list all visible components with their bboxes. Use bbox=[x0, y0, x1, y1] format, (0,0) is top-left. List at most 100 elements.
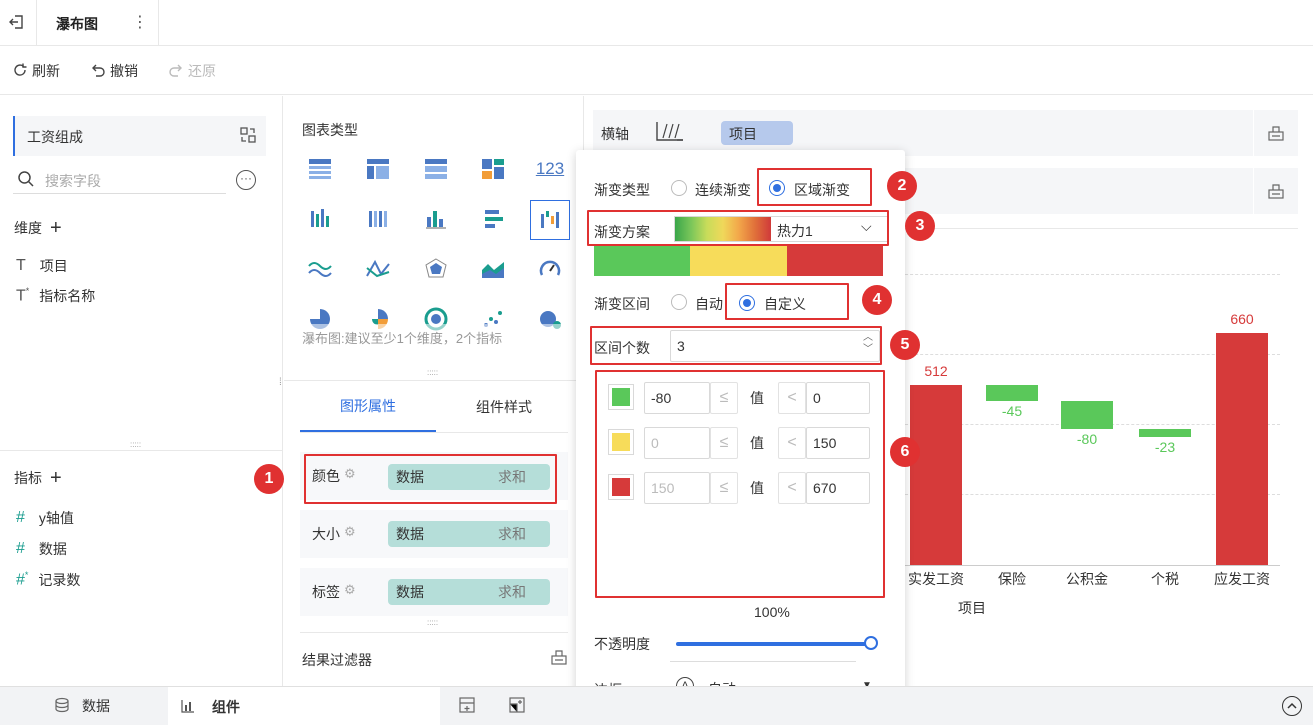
collapse-up-icon[interactable] bbox=[1282, 696, 1302, 716]
toolbar: 刷新 撤销 还原 bbox=[0, 47, 1313, 95]
field-label: 数据 bbox=[38, 541, 67, 557]
more-icon[interactable]: ⋮ bbox=[132, 12, 148, 32]
undo-button[interactable]: 撤销 bbox=[90, 61, 138, 81]
radar-line-icon[interactable] bbox=[363, 254, 393, 284]
line-chart-icon[interactable] bbox=[305, 254, 335, 284]
bar-value-label: -80 bbox=[1076, 430, 1098, 447]
property-label: 大小 bbox=[312, 526, 340, 542]
bar-value-label: 660 bbox=[1230, 311, 1254, 327]
axis-type-icon[interactable] bbox=[655, 120, 685, 147]
field-panel: 工资组成 搜索字段 ··· 维度 + T 项目 T* 指标名称 ::::: 指标… bbox=[0, 96, 283, 686]
tab-component-style[interactable]: 组件样式 bbox=[436, 382, 572, 432]
top-bar: 瀑布图 ⋮ bbox=[0, 0, 1313, 46]
panel-resize-handle[interactable]: ⁞ bbox=[279, 378, 282, 388]
refresh-label: 刷新 bbox=[32, 63, 60, 79]
data-tab-label: 数据 bbox=[82, 698, 110, 714]
color-segment bbox=[594, 246, 691, 276]
x-axis-field-pill[interactable]: 项目 bbox=[721, 121, 793, 145]
bar-chart-icon[interactable] bbox=[421, 204, 451, 234]
opacity-slider-track[interactable] bbox=[676, 642, 872, 646]
metric-header: 指标 + bbox=[14, 468, 62, 488]
dimension-field[interactable]: T 项目 bbox=[16, 256, 68, 276]
chart-bar[interactable] bbox=[1139, 428, 1191, 438]
annotation-box-5 bbox=[590, 326, 882, 365]
tab-graphic-properties[interactable]: 图形属性 bbox=[300, 382, 436, 432]
undo-label: 撤销 bbox=[110, 63, 138, 79]
component-tab[interactable]: 组件 bbox=[168, 687, 440, 725]
undo-icon bbox=[90, 62, 106, 81]
text-field-icon: T bbox=[16, 257, 26, 274]
search-input[interactable]: 搜索字段 bbox=[45, 171, 101, 191]
database-icon bbox=[54, 697, 70, 716]
add-dashboard-icon[interactable] bbox=[508, 696, 526, 717]
x-tick-label: 保险 bbox=[998, 571, 1026, 587]
switch-dataset-icon[interactable] bbox=[239, 126, 257, 147]
redo-label: 还原 bbox=[188, 63, 216, 79]
refresh-button[interactable]: 刷新 bbox=[12, 61, 60, 81]
filter-icon[interactable] bbox=[550, 648, 568, 669]
x-axis-line bbox=[890, 565, 1280, 566]
axis-filter-icon[interactable] bbox=[1254, 168, 1298, 214]
resize-handle[interactable]: ::::: bbox=[130, 440, 150, 449]
annotation-badge: 6 bbox=[890, 437, 920, 467]
dimension-title: 维度 bbox=[14, 220, 42, 236]
interval-auto-radio[interactable] bbox=[671, 294, 687, 310]
result-filter-label: 结果过滤器 bbox=[302, 652, 372, 668]
waterfall-chart-icon[interactable] bbox=[530, 200, 570, 240]
redo-icon bbox=[168, 62, 184, 81]
crosstab-chart-icon[interactable] bbox=[363, 154, 393, 184]
axis-label: 横轴 bbox=[601, 126, 629, 142]
settings-gear-icon[interactable]: ⚙ bbox=[344, 582, 356, 598]
gauge-chart-icon[interactable] bbox=[535, 254, 565, 284]
x-tick-label: 实发工资 bbox=[908, 571, 964, 587]
dashboard-chart-icon[interactable] bbox=[478, 154, 508, 184]
search-box[interactable]: 搜索字段 bbox=[13, 164, 226, 194]
kpi-number-icon[interactable]: 123 bbox=[535, 154, 565, 184]
annotation-badge: 3 bbox=[905, 211, 935, 241]
resize-handle[interactable]: ::::: bbox=[427, 618, 438, 627]
pill-field: 数据 bbox=[396, 526, 424, 542]
add-metric-icon[interactable]: + bbox=[50, 468, 62, 488]
metric-field[interactable]: #* 记录数 bbox=[16, 570, 80, 590]
add-component-icon[interactable] bbox=[458, 696, 476, 717]
field-pill[interactable]: 数据 求和 bbox=[388, 521, 550, 547]
gradient-type-label: 渐变类型 bbox=[594, 182, 650, 198]
color-segment bbox=[690, 246, 787, 276]
color-segment bbox=[786, 246, 883, 276]
dimension-field[interactable]: T* 指标名称 bbox=[16, 286, 95, 306]
add-dimension-icon[interactable]: + bbox=[50, 218, 62, 238]
pill-agg: 求和 bbox=[498, 526, 526, 542]
stacked-bar-icon[interactable] bbox=[363, 204, 393, 234]
settings-gear-icon[interactable]: ⚙ bbox=[344, 524, 356, 540]
redo-button[interactable]: 还原 bbox=[168, 61, 216, 81]
x-tick-label: 应发工资 bbox=[1214, 571, 1270, 587]
opacity-slider-handle[interactable] bbox=[864, 636, 878, 650]
chart-bar[interactable] bbox=[1216, 333, 1268, 565]
chart-bar[interactable] bbox=[1061, 400, 1113, 429]
more-options-icon[interactable]: ··· bbox=[236, 170, 256, 190]
axis-filter-icon[interactable] bbox=[1254, 110, 1298, 156]
field-pill[interactable]: 数据 求和 bbox=[388, 579, 550, 605]
area-chart-icon[interactable] bbox=[478, 254, 508, 284]
chart-bar[interactable] bbox=[910, 385, 962, 565]
continuous-gradient-radio[interactable] bbox=[671, 180, 687, 196]
number-field-icon: # bbox=[16, 540, 25, 557]
field-label: y轴值 bbox=[38, 510, 74, 526]
metric-field[interactable]: # y轴值 bbox=[16, 508, 74, 528]
exit-icon[interactable] bbox=[6, 11, 28, 33]
chart-bar[interactable] bbox=[986, 385, 1038, 401]
resize-handle[interactable]: ::::: bbox=[427, 368, 438, 377]
table-chart-icon[interactable] bbox=[305, 154, 335, 184]
metric-field[interactable]: # 数据 bbox=[16, 539, 67, 559]
annotation-badge: 4 bbox=[862, 285, 892, 315]
detail-table-icon[interactable] bbox=[421, 154, 451, 184]
bottom-bar: 数据 组件 bbox=[0, 686, 1313, 725]
grouped-bar-icon[interactable] bbox=[305, 204, 335, 234]
radar-chart-icon[interactable] bbox=[421, 254, 451, 284]
dataset-selector[interactable]: 工资组成 bbox=[13, 116, 266, 156]
horizontal-bar-icon[interactable] bbox=[478, 204, 508, 234]
search-icon bbox=[17, 170, 35, 191]
data-tab[interactable]: 数据 bbox=[54, 696, 110, 716]
chart-hint: 瀑布图:建议至少1个维度，2个指标 bbox=[302, 331, 503, 346]
page-title: 瀑布图 bbox=[56, 16, 98, 32]
